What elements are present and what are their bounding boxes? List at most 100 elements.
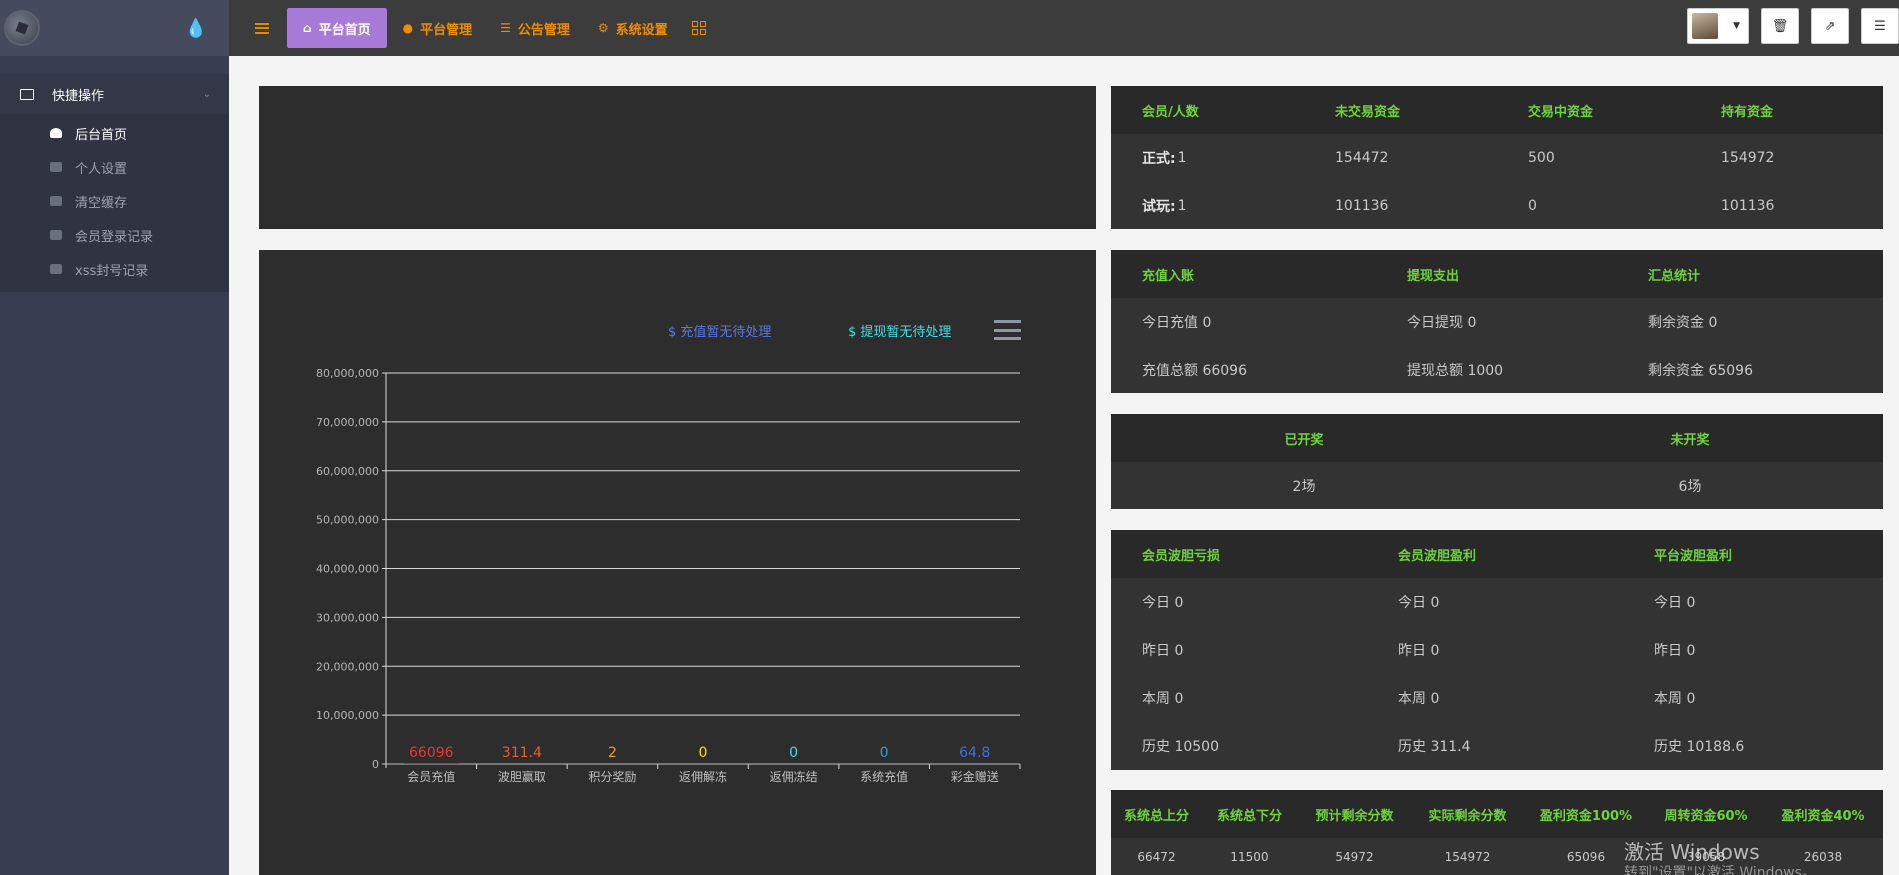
user-menu-button[interactable]: ▼: [1687, 8, 1749, 44]
fullscreen-button[interactable]: ⇗: [1811, 8, 1849, 44]
x-category-label: 波胆赢取: [498, 769, 546, 784]
y-tick-label: 50,000,000: [316, 514, 379, 527]
sidebar-item-label: 后台首页: [75, 127, 128, 143]
sliders-icon: ☰: [1874, 18, 1886, 34]
row-label-cell: 正式: 1: [1111, 134, 1304, 182]
table-cell: 剩余资金 0: [1648, 315, 1718, 331]
table-cell: 11500: [1230, 849, 1269, 864]
table-cell: 2场: [1292, 478, 1316, 495]
y-tick-label: 80,000,000: [316, 367, 379, 380]
menu-group-label: 快捷操作: [52, 88, 105, 104]
y-tick-label: 0: [372, 758, 379, 771]
table-row: 试玩: 1 101136 0 101136: [1111, 182, 1883, 229]
deposit-status-link[interactable]: $ 充值暂无待处理: [668, 321, 771, 340]
sidebar-item-personal-settings[interactable]: 个人设置: [0, 150, 229, 184]
nav-platform-home[interactable]: ⌂ 平台首页: [287, 8, 387, 48]
x-category-label: 会员充值: [407, 769, 455, 784]
chevron-down-icon: ⌄: [202, 88, 211, 100]
nav-label: 平台首页: [318, 22, 371, 38]
table-cell: 本周 0: [1654, 691, 1696, 707]
header-cell: 未开奖: [1670, 432, 1710, 448]
list-icon: [50, 230, 62, 240]
header-cell: 持有资金: [1721, 104, 1774, 120]
bar-chart: 0 10,000,000 20,000,000 30,000,000 40,000,00…: [316, 367, 1021, 784]
header-cell: 汇总统计: [1648, 268, 1701, 284]
table-cell: 剩余资金 65096: [1648, 362, 1753, 379]
table-cell: 本周 0: [1142, 691, 1184, 707]
header-cell: 盈利资金100%: [1539, 808, 1633, 824]
sidebar-item-label: 个人设置: [75, 161, 128, 177]
draw-status-table: 已开奖 未开奖 2场 6场: [1111, 414, 1883, 509]
table-cell: 昨日 0: [1654, 643, 1696, 659]
home-icon: ⌂: [303, 21, 312, 35]
menu-group-quick-actions[interactable]: 快捷操作 ⌄: [0, 74, 229, 114]
submenu: 后台首页 个人设置 清空缓存 会员登录记录 xss封号记录: [0, 114, 229, 292]
table-cell: 昨日 0: [1398, 643, 1440, 659]
row-label-cell: 试玩: 1: [1111, 182, 1304, 229]
bar-value-label: 0: [880, 745, 889, 761]
y-tick-label: 30,000,000: [316, 611, 379, 624]
header-cell: 实际剩余分数: [1428, 808, 1507, 824]
avatar: [1692, 13, 1718, 39]
row-count: 1: [1177, 150, 1187, 166]
header-cell: 会员/人数: [1142, 104, 1199, 120]
y-tick-label: 60,000,000: [316, 465, 379, 478]
nav-label: 平台管理: [420, 22, 473, 38]
theme-drop-icon[interactable]: 💧: [185, 18, 207, 39]
table-cell: 101136: [1335, 197, 1389, 214]
y-tick-label: 10,000,000: [316, 709, 379, 722]
plane-icon: [50, 264, 62, 274]
sidebar-item-login-records[interactable]: 会员登录记录: [0, 218, 229, 252]
table-row: 充值总额 66096 提现总额 1000 剩余资金 65096: [1111, 346, 1883, 393]
sidebar-item-label: 会员登录记录: [75, 229, 154, 245]
bar-value-label: 0: [789, 745, 798, 761]
gear-icon: ⚙: [597, 21, 609, 35]
settings-panel-button[interactable]: ☰: [1861, 8, 1899, 44]
top-bar: ⌂ 平台首页 ● 平台管理 ☰ 公告管理 ⚙ 系统设置 ▼ 🗑 ⇗ ☰: [229, 0, 1899, 56]
nav-platform-management[interactable]: ● 平台管理: [391, 8, 485, 48]
activation-watermark-title: 激活 Windows: [1624, 840, 1760, 864]
expand-icon: ⇗: [1824, 18, 1836, 34]
table-cell: 充值总额 66096: [1142, 362, 1247, 379]
table-cell: 500: [1528, 150, 1555, 166]
caret-down-icon: ▼: [1733, 21, 1740, 31]
table-cell: 今日充值 0: [1142, 315, 1212, 331]
sidebar-item-dashboard[interactable]: 后台首页: [0, 116, 229, 150]
quick-actions-menu: 快捷操作 ⌄ 后台首页 个人设置 清空缓存 会员登录记录 xss封号记录: [0, 74, 229, 292]
y-tick-label: 70,000,000: [316, 416, 379, 429]
apps-grid-icon[interactable]: [691, 21, 706, 35]
bar-value-label: 311.4: [502, 745, 542, 761]
bar-value-label: 0: [699, 745, 708, 761]
table-cell: 154472: [1335, 150, 1389, 166]
header-cell: 充值入账: [1142, 268, 1195, 284]
nav-label: 系统设置: [615, 22, 668, 38]
chart-menu-icon[interactable]: [994, 320, 1021, 340]
nav-announcement-management[interactable]: ☰ 公告管理: [488, 8, 582, 48]
nav-label: 公告管理: [517, 22, 570, 38]
header-cell: 会员波胆盈利: [1398, 548, 1477, 564]
x-category-label: 返佣冻结: [770, 769, 818, 784]
header-cell: 周转资金60%: [1664, 808, 1748, 824]
table-cell: 今日 0: [1142, 595, 1184, 611]
blank-panel: [259, 86, 1096, 229]
sidebar-item-xss-ban-records[interactable]: xss封号记录: [0, 252, 229, 286]
x-category-label: 彩金赠送: [951, 769, 999, 784]
row-label: 试玩:: [1142, 198, 1176, 215]
table-row: 2场 6场: [1111, 462, 1883, 509]
table-cell: 本周 0: [1398, 691, 1440, 707]
clear-cache-button[interactable]: 🗑: [1761, 8, 1799, 44]
sidebar-item-clear-cache[interactable]: 清空缓存: [0, 184, 229, 218]
table-cell: 提现总额 1000: [1407, 362, 1504, 379]
menu-toggle-icon[interactable]: [255, 22, 269, 34]
withdraw-status-link[interactable]: $ 提现暂无待处理: [848, 321, 951, 340]
sidebar-header: 💧: [0, 0, 229, 56]
nav-system-settings[interactable]: ⚙ 系统设置: [586, 8, 680, 48]
trash-icon: [50, 196, 62, 206]
table-row: 历史 10500 历史 311.4 历史 10188.6: [1111, 722, 1883, 770]
header-cell: 系统总上分: [1123, 808, 1189, 824]
user-icon: ●: [402, 21, 414, 35]
table-row: 昨日 0 昨日 0 昨日 0: [1111, 626, 1883, 674]
header-cell: 会员波胆亏损: [1142, 548, 1221, 564]
header-cell: 已开奖: [1284, 432, 1324, 448]
cash-flow-table: 充值入账 提现支出 汇总统计 今日充值 0 今日提现 0 剩余资金 0 充值总额…: [1111, 250, 1883, 393]
